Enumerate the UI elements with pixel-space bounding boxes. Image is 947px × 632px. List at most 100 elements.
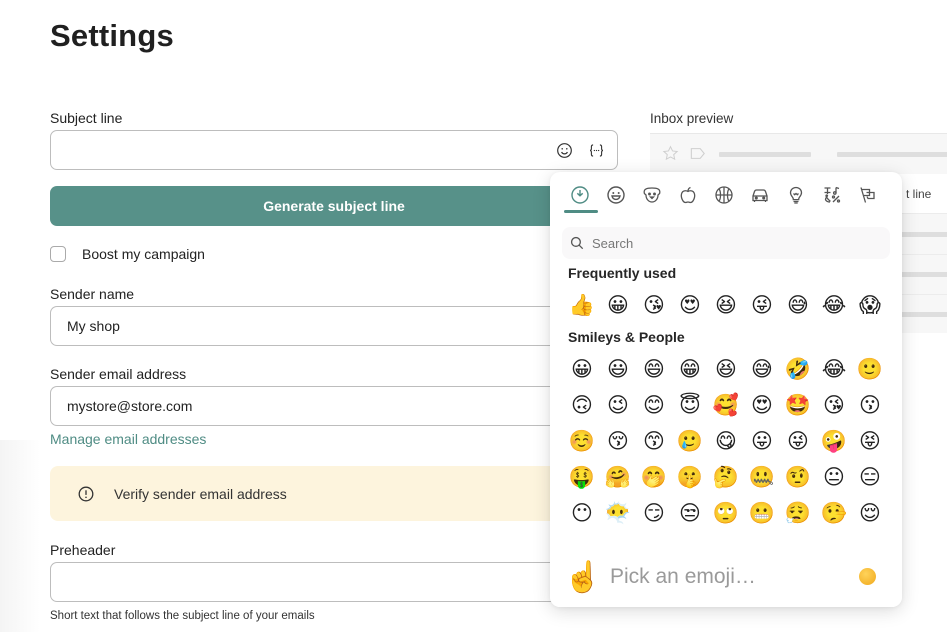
preview-placeholder: Pick an emoji… <box>610 565 756 588</box>
edge-shadow <box>0 440 40 632</box>
emoji-button[interactable]: 😆 <box>708 291 744 319</box>
dog-icon <box>643 187 661 203</box>
emoji-button[interactable]: 🤪 <box>816 427 852 455</box>
emoji-button[interactable]: 😙 <box>636 427 672 455</box>
sender-email-input[interactable]: mystore@store.com <box>50 386 570 426</box>
emoji-button[interactable]: 😅 <box>780 291 816 319</box>
emoji-button[interactable]: 😅 <box>744 355 780 383</box>
category-travel-tab[interactable] <box>742 180 778 210</box>
sender-email-value: mystore@store.com <box>67 398 193 414</box>
manage-email-addresses-link[interactable]: Manage email addresses <box>50 431 206 447</box>
category-food-tab[interactable] <box>670 180 706 210</box>
emoji-button[interactable]: 🤭 <box>636 463 672 491</box>
smiley-icon[interactable] <box>555 141 573 159</box>
emoji-button[interactable]: 😘 <box>636 291 672 319</box>
emoji-picker: Frequently used 👍😀😘😍😆😜😅😂😱 Smileys & Peop… <box>550 172 902 607</box>
sender-email-label: Sender email address <box>50 366 187 382</box>
emoji-button[interactable]: 😂 <box>816 291 852 319</box>
active-category-indicator <box>564 210 598 213</box>
emoji-button[interactable]: 😀 <box>600 291 636 319</box>
emoji-button[interactable]: 🤨 <box>780 463 816 491</box>
emoji-button[interactable]: 🙂 <box>852 355 888 383</box>
emoji-button[interactable]: 😘 <box>816 391 852 419</box>
emoji-button[interactable]: 😂 <box>816 355 852 383</box>
preheader-hint: Short text that follows the subject line… <box>50 610 315 622</box>
placeholder-bar <box>900 312 947 317</box>
emoji-button[interactable]: 😮‍💨 <box>780 499 816 527</box>
emoji-button[interactable]: 🤥 <box>816 499 852 527</box>
preheader-input[interactable] <box>50 562 570 602</box>
emoji-button[interactable]: 🥲 <box>672 427 708 455</box>
emoji-button[interactable]: 😑 <box>852 463 888 491</box>
exclamation-circle-icon <box>78 486 94 502</box>
category-flags-tab[interactable] <box>850 180 886 210</box>
skin-tone-selector[interactable] <box>859 568 876 585</box>
emoji-button[interactable]: 😱 <box>852 291 888 319</box>
emoji-button[interactable]: 🤐 <box>744 463 780 491</box>
emoji-search[interactable] <box>562 227 890 259</box>
emoji-button[interactable]: 😜 <box>780 427 816 455</box>
page-title: Settings <box>50 18 174 53</box>
subject-line-input[interactable] <box>50 130 618 170</box>
emoji-button[interactable]: 😜 <box>744 291 780 319</box>
emoji-button[interactable]: 😏 <box>636 499 672 527</box>
variable-braces-icon[interactable] <box>587 141 605 159</box>
emoji-button[interactable]: 😀 <box>564 355 600 383</box>
emoji-search-input[interactable] <box>592 235 872 251</box>
emoji-button[interactable]: 😗 <box>852 391 888 419</box>
emoji-button[interactable]: 😊 <box>636 391 672 419</box>
category-activity-tab[interactable] <box>706 180 742 210</box>
category-symbols-tab[interactable] <box>814 180 850 210</box>
boost-campaign-checkbox[interactable] <box>50 246 66 262</box>
category-smileys-tab[interactable] <box>598 180 634 210</box>
basketball-icon <box>715 186 733 204</box>
star-icon <box>662 145 679 167</box>
emoji-button[interactable]: 🤣 <box>780 355 816 383</box>
sender-name-input[interactable]: My shop <box>50 306 570 346</box>
placeholder-bar <box>900 272 947 277</box>
emoji-button[interactable]: 😬 <box>744 499 780 527</box>
smiley-face-icon <box>607 186 625 204</box>
emoji-button[interactable]: 😐 <box>816 463 852 491</box>
emoji-button[interactable]: 🙃 <box>564 391 600 419</box>
emoji-button[interactable]: 🙄 <box>708 499 744 527</box>
emoji-button[interactable]: 😋 <box>708 427 744 455</box>
category-frequently-used-tab[interactable] <box>562 180 598 210</box>
emoji-button[interactable]: 😁 <box>672 355 708 383</box>
emoji-button[interactable]: ☺️ <box>564 427 600 455</box>
boost-campaign-label: Boost my campaign <box>82 246 205 262</box>
category-animals-tab[interactable] <box>634 180 670 210</box>
emoji-button[interactable]: 🥰 <box>708 391 744 419</box>
inbox-subject-fragment: t line <box>906 187 932 201</box>
emoji-button[interactable]: 😆 <box>708 355 744 383</box>
smileys-people-grid: 😀 😃 😄 😁 😆 😅 🤣 😂 🙂 🙃 😉 😊 😇 🥰 😍 🤩 😘 😗 ☺️ 😚 😙 🥲 😋 😛 😜 🤪 😝 🤑 🤗 🤭 🤫 🤔 🤐 🤨 😐 😑 😶 😶‍… <box>564 355 888 527</box>
emoji-button[interactable]: 😶‍🌫️ <box>600 499 636 527</box>
generate-subject-line-button[interactable]: Generate subject line <box>50 186 618 226</box>
emoji-button[interactable]: 🤩 <box>780 391 816 419</box>
emoji-button[interactable]: 😌 <box>852 499 888 527</box>
preview-emoji: ☝️ <box>564 560 602 594</box>
emoji-button[interactable]: 🤔 <box>708 463 744 491</box>
emoji-button[interactable]: 😍 <box>672 291 708 319</box>
emoji-button[interactable]: 😄 <box>636 355 672 383</box>
label-tag-icon <box>690 147 706 165</box>
emoji-button[interactable]: 😇 <box>672 391 708 419</box>
emoji-button[interactable]: 😝 <box>852 427 888 455</box>
emoji-button[interactable]: 🤑 <box>564 463 600 491</box>
emoji-button[interactable]: 😍 <box>744 391 780 419</box>
emoji-button[interactable]: 🤫 <box>672 463 708 491</box>
emoji-button[interactable]: 😃 <box>600 355 636 383</box>
category-objects-tab[interactable] <box>778 180 814 210</box>
emoji-button[interactable]: 😶 <box>564 499 600 527</box>
emoji-button[interactable]: 😚 <box>600 427 636 455</box>
verify-sender-alert: Verify sender email address <box>50 466 570 521</box>
lightbulb-icon <box>789 186 803 204</box>
emoji-button[interactable]: 🤗 <box>600 463 636 491</box>
emoji-button[interactable]: 😒 <box>672 499 708 527</box>
symbols-icon <box>824 186 841 203</box>
emoji-button[interactable]: 👍 <box>564 291 600 319</box>
search-icon <box>570 236 584 250</box>
emoji-button[interactable]: 😉 <box>600 391 636 419</box>
emoji-button[interactable]: 😛 <box>744 427 780 455</box>
flags-icon <box>860 187 875 203</box>
